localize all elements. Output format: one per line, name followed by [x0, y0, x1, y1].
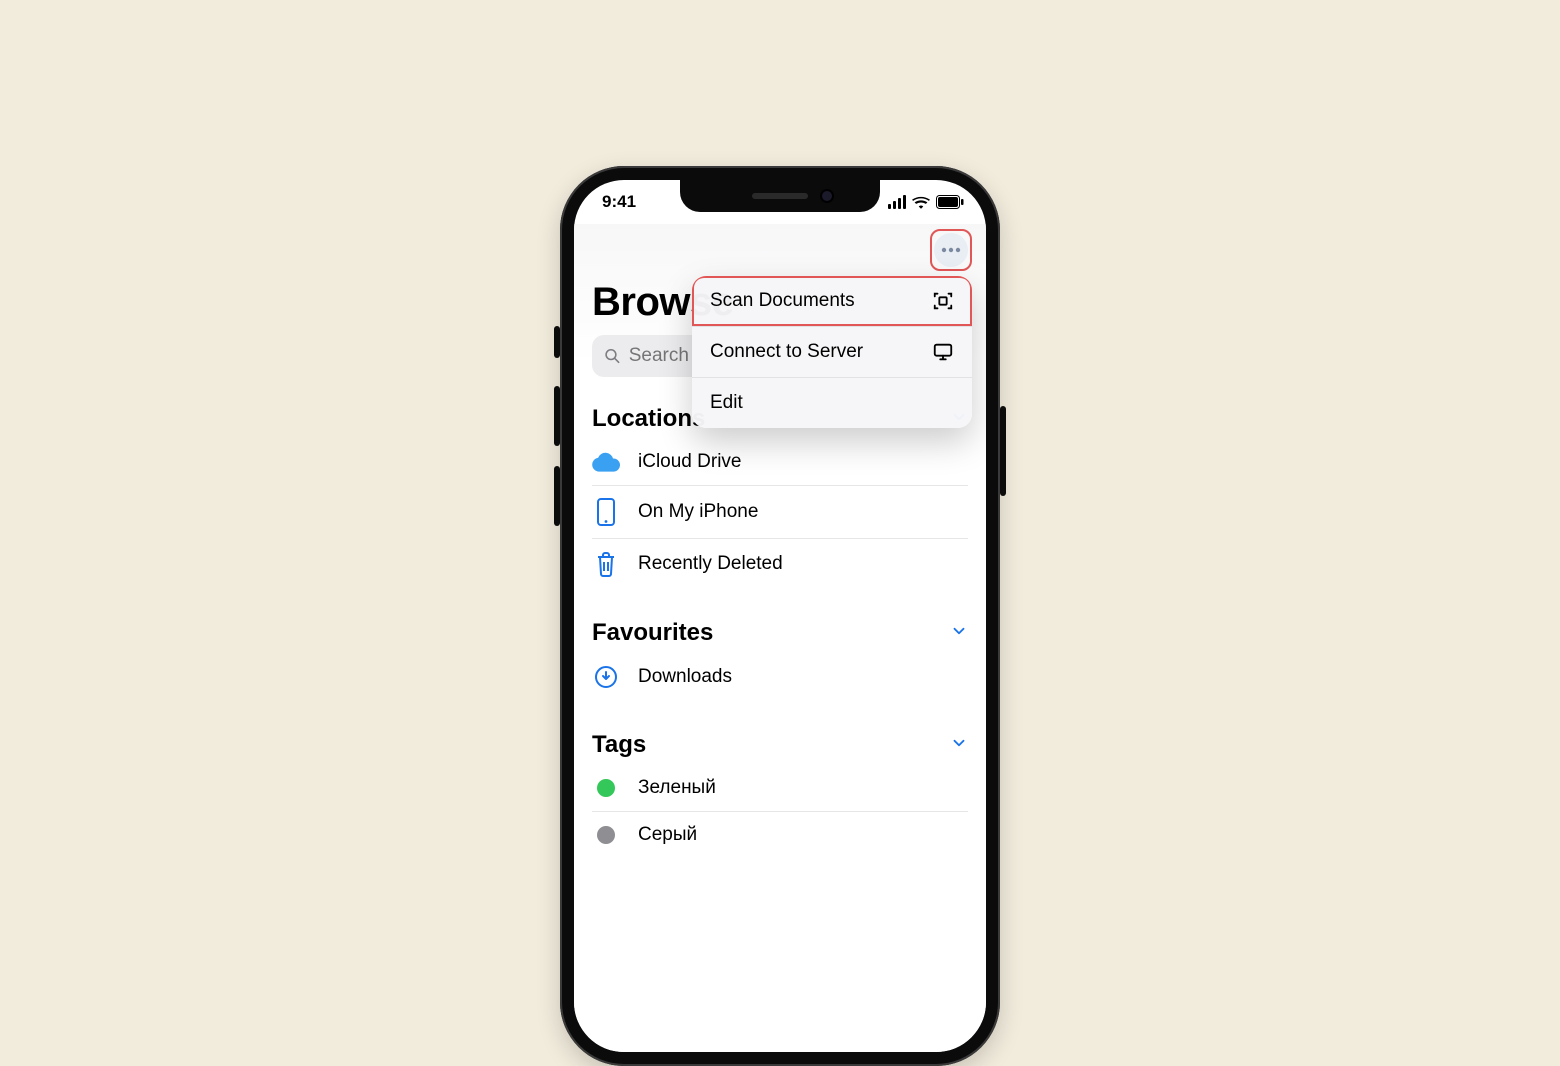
search-icon — [604, 347, 621, 365]
menu-item-scan-documents[interactable]: Scan Documents — [692, 276, 972, 327]
wifi-icon — [912, 195, 930, 209]
location-item-icloud[interactable]: iCloud Drive — [592, 439, 968, 486]
phone-notch — [680, 180, 880, 212]
menu-item-connect-to-server[interactable]: Connect to Server — [692, 327, 972, 378]
list-item-label: On My iPhone — [638, 501, 758, 523]
trash-icon — [592, 551, 620, 577]
tag-color-icon — [592, 826, 620, 844]
section-title: Favourites — [592, 619, 713, 647]
list-item-label: Downloads — [638, 666, 732, 688]
tag-item-green[interactable]: Зеленый — [592, 765, 968, 812]
menu-item-edit[interactable]: Edit — [692, 378, 972, 428]
server-icon — [932, 341, 954, 363]
more-menu-popover: Scan Documents Connect to Server Edit — [692, 276, 972, 428]
list-item-label: Серый — [638, 824, 697, 846]
section-title: Tags — [592, 731, 646, 759]
download-icon — [592, 665, 620, 689]
phone-side-button — [554, 386, 560, 446]
icloud-icon — [592, 452, 620, 472]
cellular-icon — [888, 195, 906, 209]
location-item-on-my-iphone[interactable]: On My iPhone — [592, 486, 968, 539]
phone-side-button — [1000, 406, 1006, 496]
list-item-label: iCloud Drive — [638, 451, 741, 473]
favourite-item-downloads[interactable]: Downloads — [592, 653, 968, 701]
phone-side-button — [554, 326, 560, 358]
phone-screen: 9:41 — [574, 180, 986, 1052]
list-item-label: Recently Deleted — [638, 553, 783, 575]
tag-color-icon — [592, 779, 620, 797]
iphone-icon — [592, 498, 620, 526]
chevron-down-icon — [950, 731, 968, 759]
list-item-label: Зеленый — [638, 777, 716, 799]
chevron-down-icon — [950, 619, 968, 647]
scan-icon — [932, 290, 954, 312]
phone-side-button — [554, 466, 560, 526]
section-title: Locations — [592, 405, 705, 433]
location-item-recently-deleted[interactable]: Recently Deleted — [592, 539, 968, 589]
phone-frame: 9:41 — [560, 166, 1000, 1066]
menu-item-label: Scan Documents — [710, 290, 855, 312]
more-button[interactable] — [934, 233, 968, 267]
tags-header[interactable]: Tags — [592, 731, 968, 759]
status-time: 9:41 — [602, 192, 636, 212]
menu-item-label: Connect to Server — [710, 341, 863, 363]
menu-item-label: Edit — [710, 392, 743, 414]
favourites-header[interactable]: Favourites — [592, 619, 968, 647]
battery-icon — [936, 195, 964, 209]
tag-item-grey[interactable]: Серый — [592, 812, 968, 858]
ellipsis-icon — [941, 247, 961, 253]
